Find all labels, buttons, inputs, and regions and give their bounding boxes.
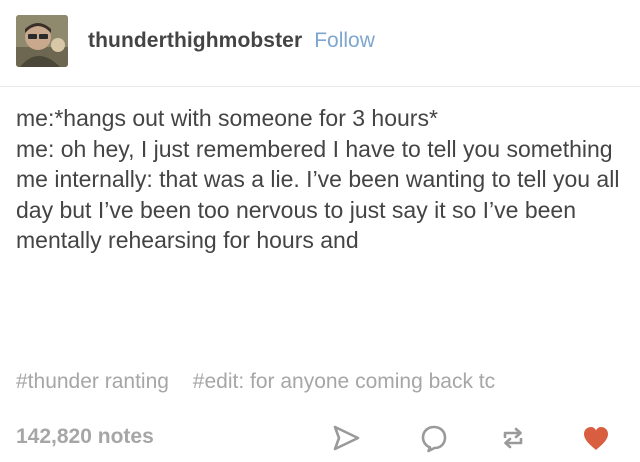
reply-button[interactable] — [418, 423, 450, 453]
tag-link[interactable]: #edit: for anyone coming back tc — [193, 370, 495, 393]
post-header: thunderthighmobster Follow — [16, 10, 375, 72]
post-tags: #thunder ranting #edit: for anyone comin… — [16, 370, 628, 394]
post-body: me:*hangs out with someone for 3 hours* … — [16, 103, 628, 256]
post-line: me:*hangs out with someone for 3 hours* — [16, 105, 438, 131]
like-button[interactable] — [580, 423, 612, 453]
paper-plane-icon — [333, 425, 360, 451]
header-divider — [0, 86, 640, 87]
post-footer: 142,820 notes — [0, 420, 640, 456]
post-line: me: oh hey, I just remembered I have to … — [16, 135, 613, 162]
username[interactable]: thunderthighmobster — [88, 29, 302, 53]
share-button[interactable] — [330, 423, 362, 453]
heart-icon — [584, 427, 608, 450]
follow-button[interactable]: Follow — [314, 29, 375, 53]
avatar-image — [16, 15, 68, 67]
post-line: me internally: that was a lie. I’ve been… — [16, 166, 620, 253]
reblog-arrows-icon — [503, 427, 523, 449]
speech-bubble-icon — [421, 425, 447, 453]
notes-count[interactable]: 142,820 notes — [16, 425, 154, 449]
avatar[interactable] — [16, 15, 68, 67]
tag-link[interactable]: #thunder ranting — [16, 370, 169, 393]
tumblr-post: thunderthighmobster Follow me:*hangs out… — [0, 0, 640, 462]
reblog-button[interactable] — [497, 423, 529, 453]
